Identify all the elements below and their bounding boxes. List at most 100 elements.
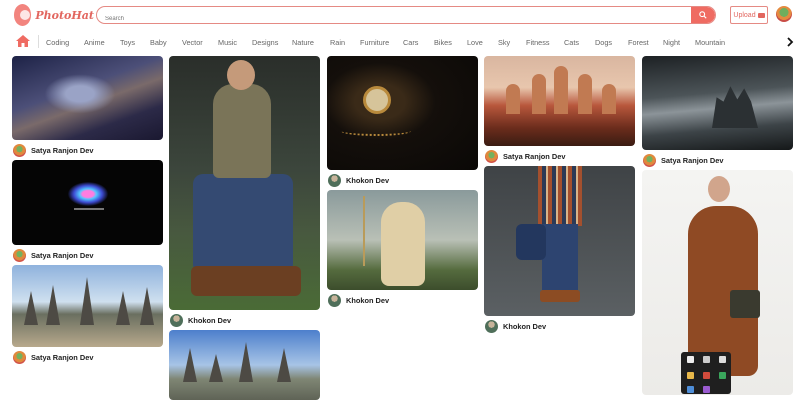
- pocket-watch: [363, 86, 391, 114]
- neon-graphic: [68, 182, 108, 206]
- category-music[interactable]: Music: [218, 38, 252, 47]
- pin-image[interactable]: [484, 166, 635, 316]
- author-avatar: [13, 143, 26, 157]
- tray-icon[interactable]: [687, 372, 694, 379]
- pin-author[interactable]: Khokon Dev: [169, 310, 320, 330]
- category-list: Coding Anime Toys Baby Vector Music Desi…: [46, 33, 735, 51]
- author-name: Satya Ranjon Dev: [503, 151, 566, 161]
- chevron-right-icon[interactable]: [785, 36, 795, 48]
- upload-label: Upload: [733, 11, 756, 19]
- home-icon[interactable]: [16, 35, 30, 47]
- search-button[interactable]: [691, 7, 715, 23]
- author-name: Satya Ranjon Dev: [31, 145, 94, 155]
- temple-spire: [116, 291, 130, 325]
- category-fitness[interactable]: Fitness: [526, 38, 564, 47]
- palace-dome: [554, 66, 568, 114]
- category-furniture[interactable]: Furniture: [360, 38, 403, 47]
- temple-spire: [80, 277, 94, 325]
- jeans: [542, 224, 578, 290]
- pin-image[interactable]: [484, 56, 635, 146]
- category-toys[interactable]: Toys: [120, 38, 150, 47]
- category-bikes[interactable]: Bikes: [434, 38, 467, 47]
- temple-spire: [140, 287, 154, 325]
- search-icon: [699, 11, 707, 19]
- palace-dome: [602, 84, 616, 114]
- palace-dome: [578, 74, 592, 114]
- trident: [363, 196, 365, 266]
- category-mountain[interactable]: Mountain: [695, 38, 735, 47]
- tray-icon[interactable]: [687, 386, 694, 393]
- author-name: Khokon Dev: [503, 321, 547, 331]
- author-avatar: [643, 153, 656, 167]
- feed-column-3: Khokon Dev Khokon Dev: [327, 56, 478, 310]
- pin-image[interactable]: [169, 330, 320, 400]
- plaid-shirt: [538, 166, 582, 226]
- category-vector[interactable]: Vector: [182, 38, 218, 47]
- pin-author[interactable]: Satya Ranjon Dev: [642, 150, 793, 170]
- feed-column-5: Satya Ranjon Dev: [642, 56, 793, 395]
- pin-image[interactable]: [12, 160, 163, 245]
- profile-avatar[interactable]: [776, 6, 792, 22]
- pin-image[interactable]: [642, 56, 793, 150]
- category-cars[interactable]: Cars: [403, 38, 434, 47]
- pin-author[interactable]: Satya Ranjon Dev: [12, 245, 163, 265]
- search-input[interactable]: [97, 11, 687, 23]
- feed-column-1: Satya Ranjon Dev Satya Ranjon Dev Satya …: [12, 56, 163, 367]
- temple-spire: [239, 342, 253, 382]
- search-bar: [96, 6, 716, 24]
- temple-spire: [277, 348, 291, 382]
- category-nature[interactable]: Nature: [292, 38, 330, 47]
- category-dogs[interactable]: Dogs: [595, 38, 628, 47]
- category-bar: Coding Anime Toys Baby Vector Music Desi…: [0, 33, 800, 51]
- pin-author[interactable]: Satya Ranjon Dev: [12, 347, 163, 367]
- category-forest[interactable]: Forest: [628, 38, 663, 47]
- upload-button[interactable]: Upload: [730, 6, 768, 24]
- logo[interactable]: PhotoHat: [14, 4, 94, 26]
- watch-chain: [341, 126, 411, 136]
- category-night[interactable]: Night: [663, 38, 695, 47]
- category-designs[interactable]: Designs: [252, 38, 292, 47]
- author-avatar: [328, 293, 341, 307]
- jacket: [516, 224, 546, 260]
- statue: [381, 202, 425, 286]
- tray-icon[interactable]: [703, 372, 710, 379]
- author-avatar: [13, 350, 26, 364]
- ruined-castle: [712, 86, 758, 128]
- feed-column-2: Khokon Dev: [169, 56, 320, 400]
- figure-head: [708, 176, 730, 202]
- author-name: Khokon Dev: [188, 315, 232, 325]
- pin-author[interactable]: Khokon Dev: [327, 170, 478, 190]
- temple-spire: [24, 291, 38, 325]
- pin-image[interactable]: [12, 265, 163, 347]
- category-sky[interactable]: Sky: [498, 38, 526, 47]
- pin-image[interactable]: [327, 190, 478, 290]
- category-coding[interactable]: Coding: [46, 38, 84, 47]
- author-avatar: [485, 149, 498, 163]
- tray-icon[interactable]: [719, 372, 726, 379]
- feed-column-4: Satya Ranjon Dev Khokon Dev: [484, 56, 635, 336]
- pin-author[interactable]: Satya Ranjon Dev: [12, 140, 163, 160]
- category-anime[interactable]: Anime: [84, 38, 120, 47]
- pin-image[interactable]: [169, 56, 320, 310]
- pin-author[interactable]: Khokon Dev: [327, 290, 478, 310]
- tray-icon[interactable]: [719, 356, 726, 363]
- figure-legs: [193, 174, 293, 274]
- category-baby[interactable]: Baby: [150, 38, 182, 47]
- tray-icon[interactable]: [703, 356, 710, 363]
- author-avatar: [170, 313, 183, 327]
- pin-image[interactable]: [327, 56, 478, 170]
- logo-icon: [14, 4, 32, 26]
- category-divider: [38, 35, 39, 48]
- pin-image[interactable]: [12, 56, 163, 140]
- pin-author[interactable]: Khokon Dev: [484, 316, 635, 336]
- category-rain[interactable]: Rain: [330, 38, 360, 47]
- category-love[interactable]: Love: [467, 38, 498, 47]
- author-avatar: [485, 319, 498, 333]
- tray-icon[interactable]: [687, 356, 694, 363]
- category-cats[interactable]: Cats: [564, 38, 595, 47]
- pin-author[interactable]: Satya Ranjon Dev: [484, 146, 635, 166]
- system-tray-popup: [681, 352, 731, 394]
- tray-icon[interactable]: [703, 386, 710, 393]
- temple-spire: [183, 348, 197, 382]
- author-name: Khokon Dev: [346, 295, 390, 305]
